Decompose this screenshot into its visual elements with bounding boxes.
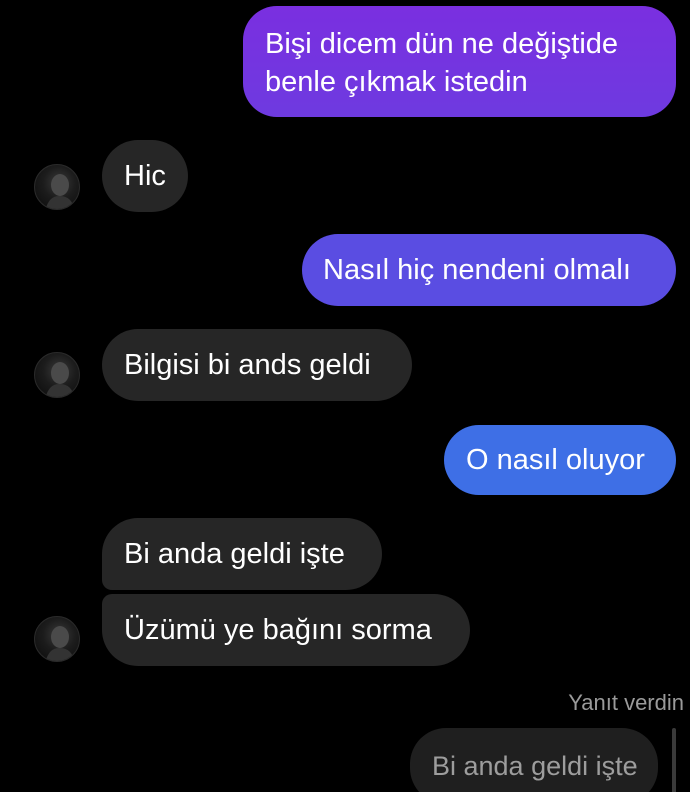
- received-message-bubble[interactable]: Üzümü ye bağını sorma: [102, 594, 470, 666]
- message-text: Üzümü ye bağını sorma: [124, 614, 432, 646]
- message-text-line: benle çıkmak istedin: [265, 66, 528, 98]
- message-text: Bi anda geldi işte: [124, 538, 345, 570]
- avatar-image-icon: [45, 174, 75, 209]
- chat-thread: Bişi dicem dün ne değiştide benle çıkmak…: [0, 0, 690, 792]
- received-message-bubble[interactable]: Bi anda geldi işte: [102, 518, 382, 590]
- received-message-bubble[interactable]: Hic: [102, 140, 188, 212]
- message-text: Nasıl hiç nendeni olmalı: [323, 254, 631, 286]
- sent-message-bubble[interactable]: O nasıl oluyor: [444, 425, 676, 495]
- quoted-reply-text: Bi anda geldi işte: [432, 751, 638, 781]
- avatar-image-icon: [45, 626, 75, 661]
- reply-indicator-bar: [672, 728, 676, 792]
- contact-avatar[interactable]: [34, 616, 80, 662]
- reply-label: Yanıt verdin: [568, 690, 684, 715]
- received-message-bubble[interactable]: Bilgisi bi ands geldi: [102, 329, 412, 401]
- message-text: O nasıl oluyor: [466, 444, 645, 476]
- contact-avatar[interactable]: [34, 164, 80, 210]
- quoted-reply-bubble[interactable]: Bi anda geldi işte: [410, 728, 658, 792]
- sent-message-bubble[interactable]: Nasıl hiç nendeni olmalı: [302, 234, 676, 306]
- message-text: Hic: [124, 160, 166, 192]
- message-text: Bilgisi bi ands geldi: [124, 349, 371, 381]
- contact-avatar[interactable]: [34, 352, 80, 398]
- sent-message-bubble[interactable]: Bişi dicem dün ne değiştide benle çıkmak…: [243, 6, 676, 117]
- avatar-image-icon: [45, 362, 75, 397]
- message-text-line: Bişi dicem dün ne değiştide: [265, 28, 619, 60]
